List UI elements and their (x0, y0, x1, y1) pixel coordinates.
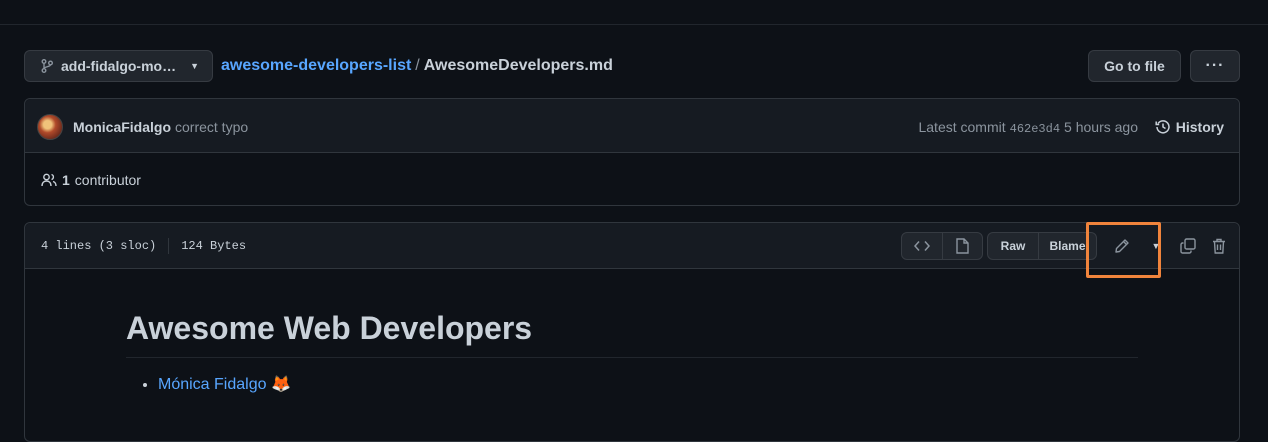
commit-panel: MonicaFidalgo correct typo Latest commit… (24, 98, 1240, 206)
developer-list: Mónica Fidalgo 🦊 (126, 374, 1138, 394)
pencil-icon (1114, 238, 1130, 254)
breadcrumb: awesome-developers-list / AwesomeDevelop… (221, 57, 613, 75)
copy-raw-contents-button[interactable] (1177, 234, 1199, 258)
chevron-down-icon: ▼ (1151, 241, 1161, 251)
commit-sha-link[interactable]: 462e3d4 (1010, 122, 1060, 136)
commit-time: 5 hours ago (1064, 119, 1138, 135)
commit-author-link[interactable]: MonicaFidalgo (73, 119, 171, 135)
history-link[interactable]: History (1155, 119, 1224, 135)
breadcrumb-repo-link[interactable]: awesome-developers-list (221, 57, 411, 75)
file-info: 4 lines (3 sloc) 124 Bytes (41, 238, 246, 254)
contributors-link[interactable]: 1 contributor (41, 172, 141, 188)
git-branch-icon (41, 59, 53, 73)
top-divider (0, 0, 1268, 25)
latest-commit-row: MonicaFidalgo correct typo Latest commit… (25, 99, 1239, 153)
breadcrumb-separator: / (415, 57, 420, 74)
edit-options-dropdown[interactable]: ▼ (1146, 232, 1166, 260)
display-mode-toggle (901, 232, 983, 260)
file-size: 124 Bytes (181, 239, 247, 253)
latest-commit-info: Latest commit 462e3d4 5 hours ago (918, 119, 1138, 136)
list-item: Mónica Fidalgo 🦊 (158, 374, 1138, 394)
code-icon (914, 240, 930, 252)
raw-button[interactable]: Raw (988, 233, 1038, 259)
readme-heading: Awesome Web Developers (126, 310, 1138, 358)
branch-select-button[interactable]: add-fidalgo-mo… ▼ (24, 50, 213, 82)
commit-message-link[interactable]: correct typo (175, 119, 248, 135)
developer-link[interactable]: Mónica Fidalgo (158, 376, 267, 393)
contributor-label: contributor (74, 172, 141, 188)
raw-blame-group: Raw Blame (987, 232, 1097, 260)
go-to-file-button[interactable]: Go to file (1088, 50, 1181, 82)
avatar[interactable] (37, 114, 63, 140)
breadcrumb-file-name: AwesomeDevelopers.md (423, 57, 613, 74)
file-icon (956, 238, 969, 254)
rendered-view-button[interactable] (942, 233, 982, 259)
fox-emoji: 🦊 (270, 376, 291, 393)
more-options-button[interactable]: ··· (1190, 50, 1240, 82)
trash-icon (1212, 238, 1226, 254)
readme-content: Awesome Web Developers Mónica Fidalgo 🦊 (126, 310, 1138, 394)
history-icon (1155, 119, 1171, 135)
chevron-down-icon: ▼ (190, 61, 200, 71)
info-divider (168, 238, 170, 254)
history-label: History (1175, 119, 1224, 135)
code-view-button[interactable] (902, 233, 942, 259)
latest-commit-label: Latest commit (918, 119, 1006, 135)
edit-file-button[interactable] (1102, 232, 1142, 260)
branch-label: add-fidalgo-mo… (61, 58, 177, 74)
blame-button[interactable]: Blame (1038, 233, 1096, 259)
file-header: 4 lines (3 sloc) 124 Bytes Raw Blame ▼ (25, 223, 1239, 269)
people-icon (41, 173, 57, 187)
copy-icon (1180, 238, 1196, 254)
delete-file-button[interactable] (1208, 234, 1230, 258)
file-line-count: 4 lines (3 sloc) (41, 239, 157, 253)
contributor-count: 1 (62, 172, 70, 188)
